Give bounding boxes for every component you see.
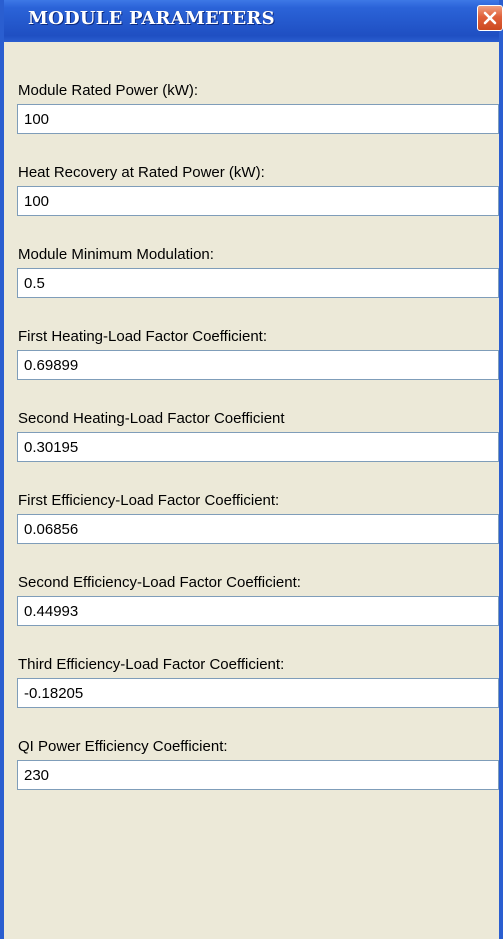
dialog-lower-section [4, 42, 499, 939]
title-bar[interactable]: MODULE PARAMETERS [4, 0, 503, 42]
dialog-title: MODULE PARAMETERS [28, 8, 275, 29]
close-x-icon [483, 11, 497, 25]
close-button[interactable] [477, 5, 503, 31]
